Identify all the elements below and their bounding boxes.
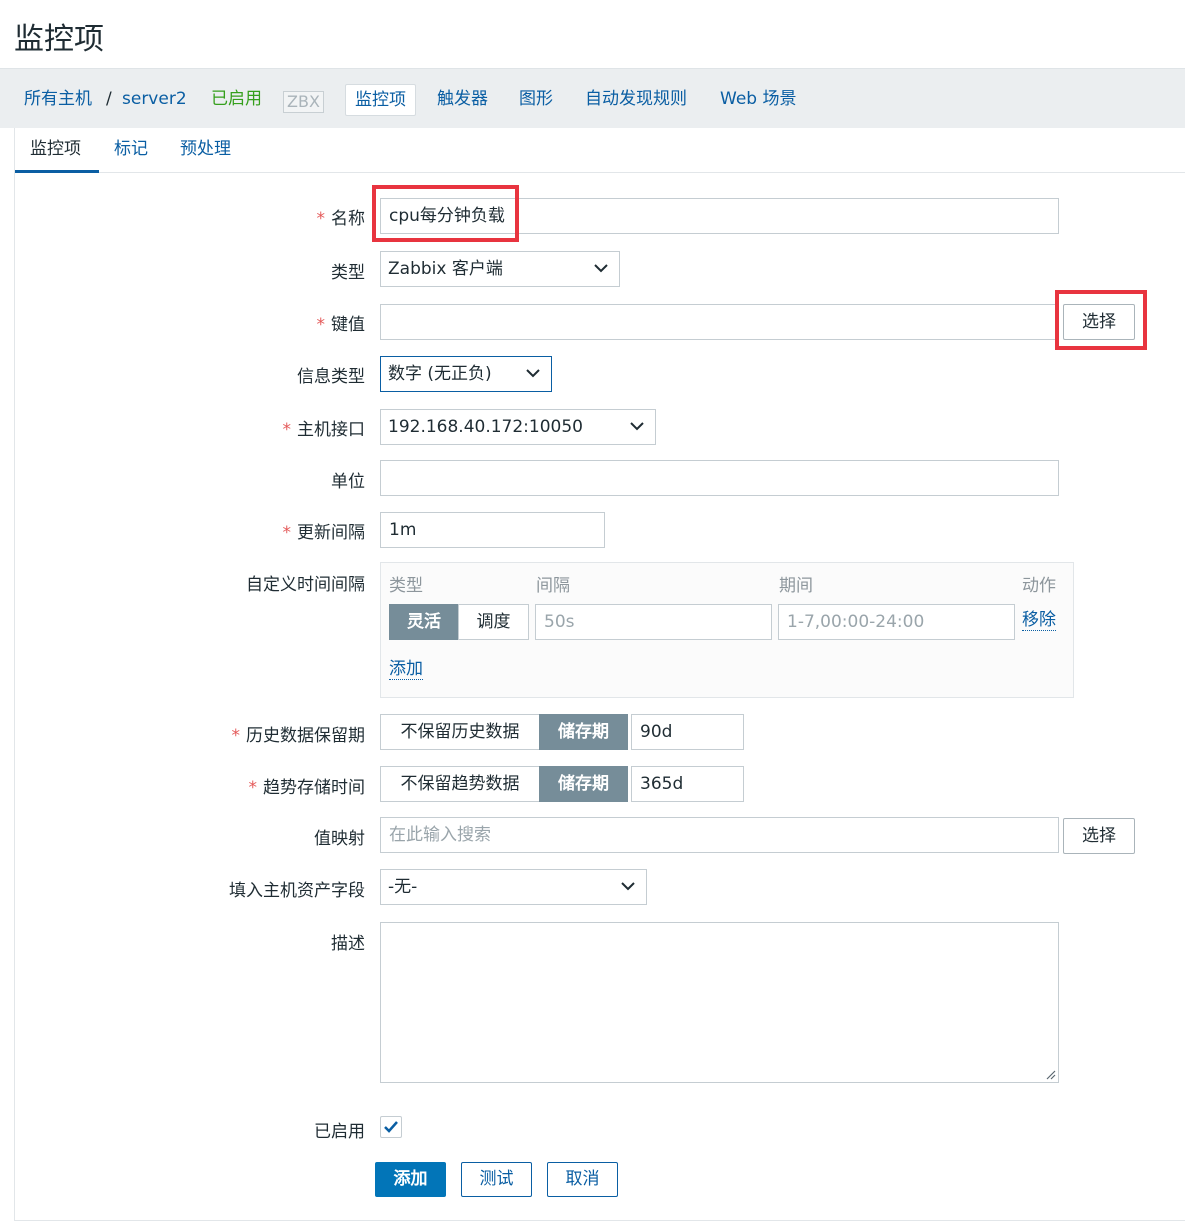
interface-label: * 主机接口: [282, 420, 366, 440]
type-select-value: Zabbix 客户端: [388, 259, 503, 279]
add-button[interactable]: 添加: [375, 1162, 446, 1197]
host-navigation: 所有主机 / server2 已启用 ZBX 监控项 触发器 图形 自动发现规则…: [0, 68, 1185, 128]
history-do-not-keep-toggle[interactable]: 不保留历史数据: [380, 714, 540, 750]
chevron-down-icon: [594, 264, 608, 273]
custom-intervals-header-period: 期间: [779, 576, 813, 596]
cancel-button[interactable]: 取消: [547, 1162, 618, 1197]
update-interval-input[interactable]: 1m: [380, 512, 605, 548]
interface-value: 192.168.40.172:10050: [388, 417, 583, 437]
tab-preprocessing[interactable]: 预处理: [165, 128, 246, 173]
history-label: * 历史数据保留期: [231, 726, 366, 746]
valuemap-select-button[interactable]: 选择: [1063, 818, 1135, 854]
inventory-value: -无-: [388, 877, 418, 897]
valuemap-label: 值映射: [314, 829, 365, 849]
enabled-checkbox[interactable]: [380, 1116, 402, 1138]
page-title: 监控项: [14, 22, 104, 57]
type-label: 类型: [331, 263, 365, 283]
inventory-select[interactable]: -无-: [380, 869, 647, 905]
description-textarea[interactable]: [380, 922, 1059, 1083]
interval-period-input[interactable]: 1-7,00:00-24:00: [778, 604, 1015, 640]
info-type-value: 数字 (无正负): [388, 364, 492, 384]
highlight-box-name: [372, 185, 519, 242]
trends-label: * 趋势存储时间: [248, 778, 366, 798]
tab-tags[interactable]: 标记: [99, 128, 163, 173]
trends-input[interactable]: 365d: [631, 766, 744, 802]
checkmark-icon: [384, 1121, 398, 1133]
key-input[interactable]: [380, 304, 1059, 340]
resize-grip-icon[interactable]: [1044, 1068, 1056, 1080]
nav-graphs[interactable]: 图形: [519, 69, 553, 129]
chevron-down-icon: [630, 422, 644, 431]
nav-discovery-rules[interactable]: 自动发现规则: [585, 69, 687, 129]
update-interval-label: * 更新间隔: [282, 523, 366, 543]
units-label: 单位: [331, 472, 365, 492]
type-select[interactable]: Zabbix 客户端: [380, 251, 620, 287]
custom-intervals-header-interval: 间隔: [536, 576, 570, 596]
breadcrumb-separator: /: [106, 89, 112, 109]
form-tabs: 监控项 标记 预处理: [15, 128, 1185, 173]
units-input[interactable]: [380, 460, 1059, 496]
breadcrumb-host[interactable]: server2: [122, 69, 187, 129]
custom-intervals-header-type: 类型: [389, 576, 423, 596]
test-button[interactable]: 测试: [461, 1162, 532, 1197]
trends-do-not-keep-toggle[interactable]: 不保留趋势数据: [380, 766, 540, 802]
history-input[interactable]: 90d: [631, 714, 744, 750]
interval-delay-input[interactable]: 50s: [535, 604, 772, 640]
trends-storage-period-toggle[interactable]: 储存期: [539, 766, 628, 802]
nav-items[interactable]: 监控项: [345, 84, 416, 116]
key-label: * 键值: [316, 315, 366, 335]
nav-web-scenarios[interactable]: Web 场景: [720, 69, 796, 129]
custom-intervals-label: 自定义时间间隔: [246, 575, 365, 595]
valuemap-search-input[interactable]: 在此输入搜索: [380, 817, 1059, 853]
interval-mode-scheduling[interactable]: 调度: [458, 604, 529, 640]
inventory-label: 填入主机资产字段: [229, 881, 365, 901]
enabled-label: 已启用: [314, 1122, 365, 1142]
description-label: 描述: [331, 934, 365, 954]
nav-triggers[interactable]: 触发器: [437, 69, 488, 129]
info-type-label: 信息类型: [297, 367, 365, 387]
chevron-down-icon: [526, 369, 540, 378]
highlight-box-key-select: [1055, 290, 1147, 350]
custom-intervals-header-action: 动作: [1022, 576, 1056, 596]
info-type-select[interactable]: 数字 (无正负): [380, 356, 552, 392]
zbx-availability-badge: ZBX: [283, 91, 324, 113]
tab-item[interactable]: 监控项: [15, 128, 99, 173]
name-label: * 名称: [316, 209, 366, 229]
host-status-enabled[interactable]: 已启用: [211, 69, 262, 129]
chevron-down-icon: [621, 882, 635, 891]
history-storage-period-toggle[interactable]: 储存期: [539, 714, 628, 750]
breadcrumb-all-hosts[interactable]: 所有主机: [24, 69, 92, 129]
interval-add-link[interactable]: 添加: [389, 659, 423, 680]
interface-select[interactable]: 192.168.40.172:10050: [380, 409, 656, 445]
custom-intervals-table: 类型 间隔 期间 动作 灵活 调度 50s 1-7,00:00-24:00 移除…: [380, 562, 1074, 698]
interval-remove-link[interactable]: 移除: [1022, 610, 1056, 631]
interval-mode-flexible[interactable]: 灵活: [389, 604, 459, 640]
